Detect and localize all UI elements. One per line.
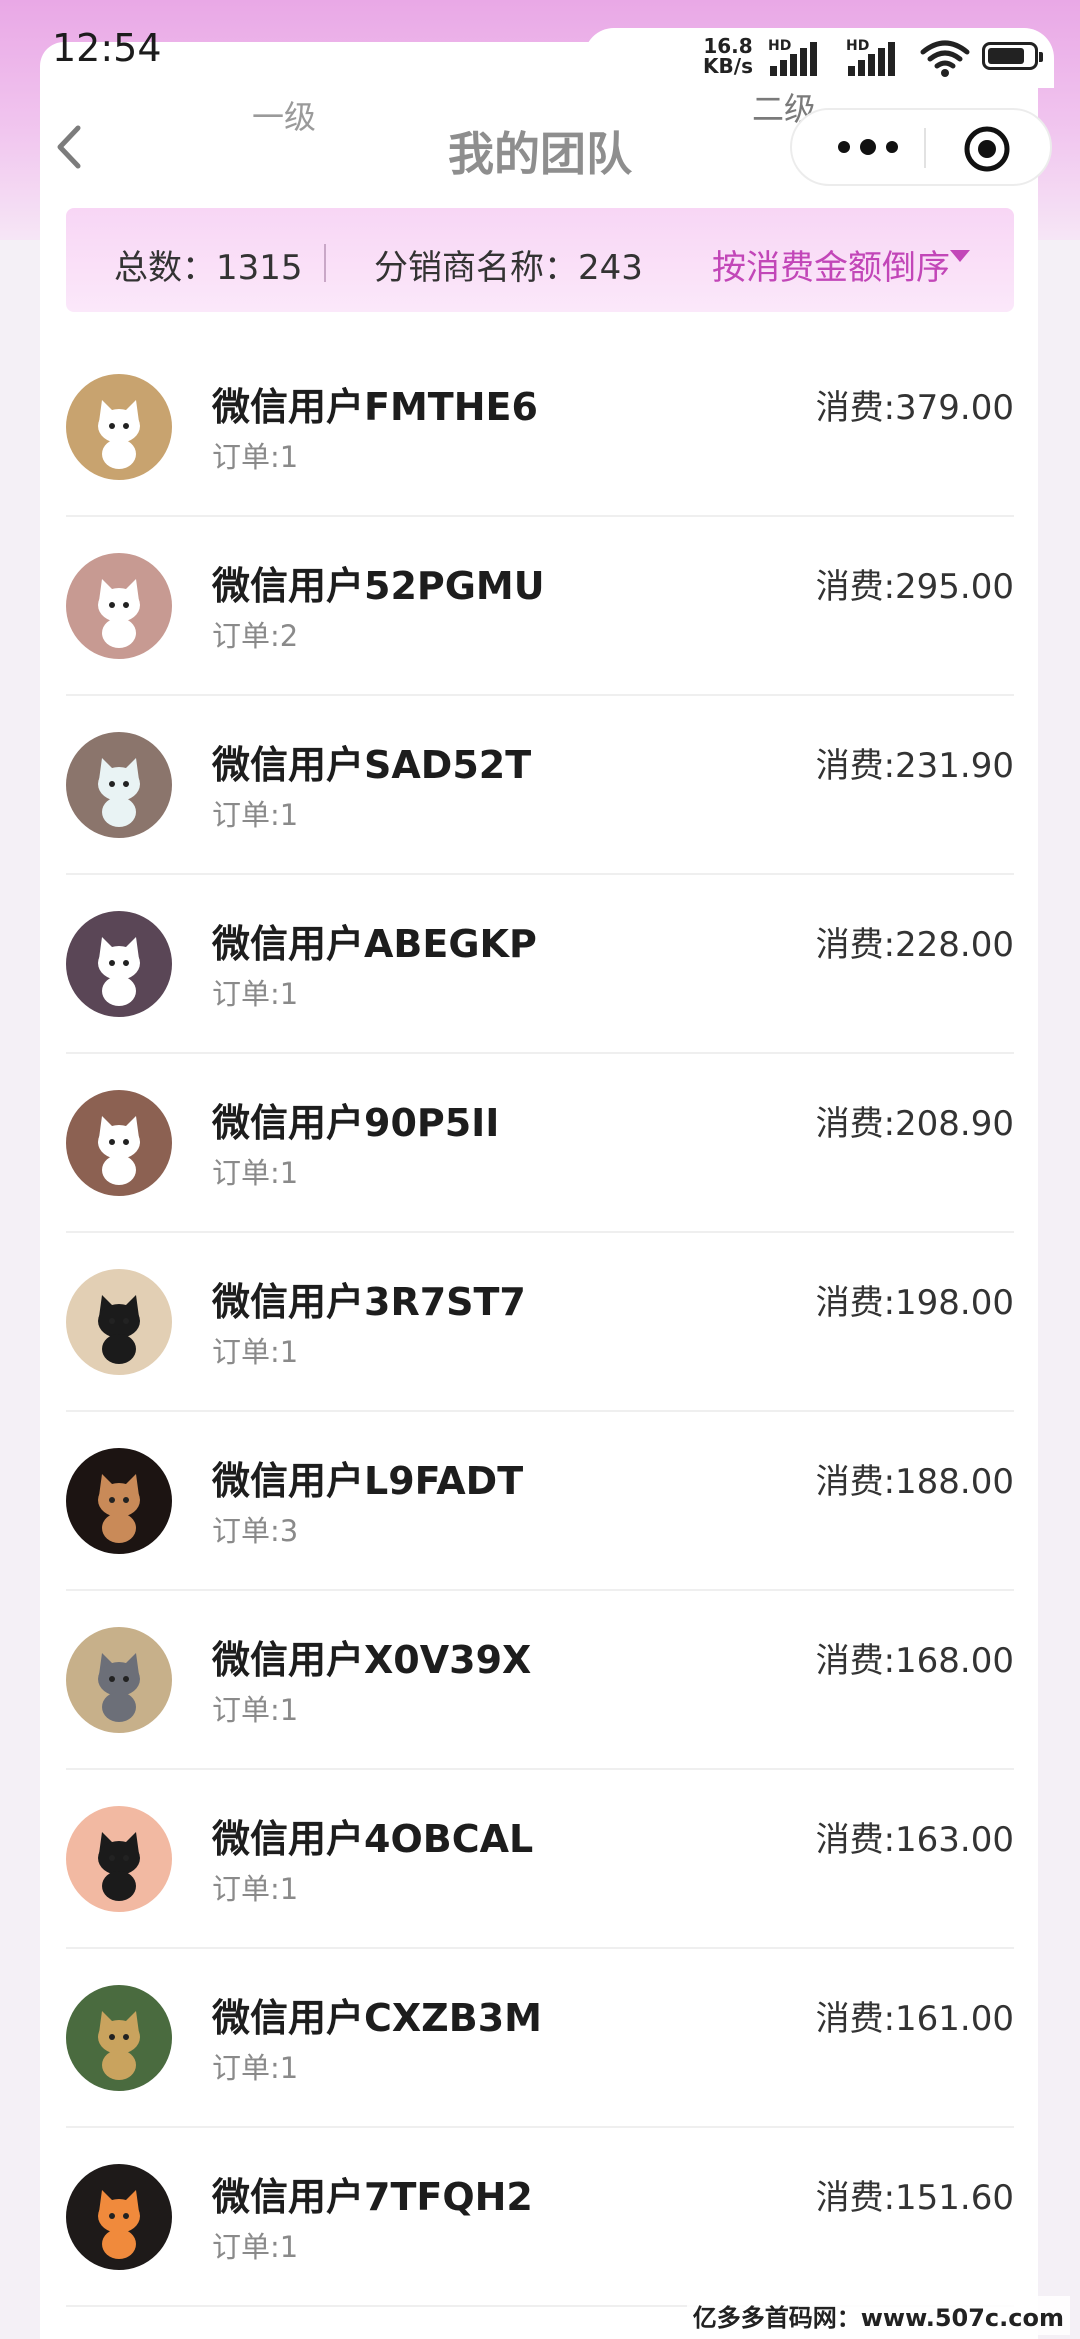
member-name: 微信用户SAD52T: [212, 743, 532, 787]
avatar: [66, 1806, 172, 1912]
member-spend: 消费:163.00: [815, 1820, 1014, 1860]
member-name: 微信用户X0V39X: [212, 1638, 532, 1682]
avatar: [66, 1269, 172, 1375]
list-item[interactable]: 微信用户FMTHE6 订单:1 消费:379.00: [66, 338, 1014, 517]
member-orders: 订单:1: [212, 1156, 299, 1190]
battery-icon: [982, 42, 1043, 70]
miniprogram-capsule: [790, 108, 1052, 186]
member-spend: 消费:198.00: [815, 1283, 1014, 1323]
capsule-divider: [924, 128, 926, 168]
member-orders: 订单:3: [212, 1514, 299, 1548]
member-spend: 消费:295.00: [815, 567, 1014, 607]
member-name: 微信用户CXZB3M: [212, 1996, 542, 2040]
avatar: [66, 1985, 172, 2091]
member-orders: 订单:1: [212, 2230, 299, 2264]
cellular-signal-icon: HD: [768, 38, 824, 82]
avatar: [66, 1627, 172, 1733]
member-orders: 订单:1: [212, 440, 299, 474]
list-item[interactable]: 微信用户3R7ST7 订单:1 消费:198.00: [66, 1233, 1014, 1412]
status-time: 12:54: [52, 26, 162, 70]
status-icons: 16.8 KB/s HD HD: [584, 28, 1054, 88]
cellular-signal-icon-2: HD: [846, 38, 902, 82]
member-orders: 订单:1: [212, 1335, 299, 1369]
status-bar: 12:54 16.8 KB/s HD HD: [0, 0, 1080, 100]
member-spend: 消费:168.00: [815, 1641, 1014, 1681]
member-list: 微信用户FMTHE6 订单:1 消费:379.00 微信用户52PGMU 订单:2 消费:…: [66, 338, 1014, 2307]
member-name: 微信用户3R7ST7: [212, 1280, 526, 1324]
member-orders: 订单:1: [212, 1872, 299, 1906]
avatar: [66, 732, 172, 838]
member-spend: 消费:379.00: [815, 388, 1014, 428]
member-orders: 订单:1: [212, 798, 299, 832]
list-item[interactable]: 微信用户X0V39X 订单:1 消费:168.00: [66, 1591, 1014, 1770]
sort-dropdown[interactable]: 按消费金额倒序: [712, 240, 950, 289]
member-name: 微信用户4OBCAL: [212, 1817, 534, 1861]
member-name: 微信用户FMTHE6: [212, 385, 538, 429]
list-item[interactable]: 微信用户CXZB3M 订单:1 消费:161.00: [66, 1949, 1014, 2128]
avatar: [66, 2164, 172, 2270]
member-orders: 订单:2: [212, 619, 299, 653]
list-item[interactable]: 微信用户7TFQH2 订单:1 消费:151.60: [66, 2128, 1014, 2307]
net-speed: 16.8 KB/s: [703, 34, 753, 78]
member-name: 微信用户L9FADT: [212, 1459, 524, 1503]
member-name: 微信用户ABEGKP: [212, 922, 537, 966]
total-count: 总数：1315: [114, 248, 303, 288]
member-orders: 订单:1: [212, 2051, 299, 2085]
avatar: [66, 1448, 172, 1554]
member-name: 微信用户52PGMU: [212, 564, 545, 608]
member-name: 微信用户90P5II: [212, 1101, 500, 1145]
avatar: [66, 911, 172, 1017]
avatar: [66, 553, 172, 659]
summary-divider: [324, 244, 326, 282]
close-miniprogram-icon[interactable]: [962, 124, 1012, 174]
list-item[interactable]: 微信用户4OBCAL 订单:1 消费:163.00: [66, 1770, 1014, 1949]
more-options-icon[interactable]: [832, 132, 904, 162]
distributor-count: 分销商名称：243: [374, 248, 643, 288]
summary-bar: 总数：1315 分销商名称：243 按消费金额倒序: [66, 208, 1014, 312]
list-item[interactable]: 微信用户52PGMU 订单:2 消费:295.00: [66, 517, 1014, 696]
member-spend: 消费:188.00: [815, 1462, 1014, 1502]
avatar: [66, 1090, 172, 1196]
member-spend: 消费:228.00: [815, 925, 1014, 965]
caret-down-icon[interactable]: [950, 250, 970, 262]
member-spend: 消费:231.90: [815, 746, 1014, 786]
member-orders: 订单:1: [212, 977, 299, 1011]
list-item[interactable]: 微信用户SAD52T 订单:1 消费:231.90: [66, 696, 1014, 875]
avatar: [66, 374, 172, 480]
member-spend: 消费:151.60: [815, 2178, 1014, 2218]
watermark: 亿多多首码网：www.507c.com: [686, 2296, 1070, 2335]
list-item[interactable]: 微信用户L9FADT 订单:3 消费:188.00: [66, 1412, 1014, 1591]
member-spend: 消费:161.00: [815, 1999, 1014, 2039]
member-orders: 订单:1: [212, 1693, 299, 1727]
wifi-icon: [920, 40, 970, 77]
member-spend: 消费:208.90: [815, 1104, 1014, 1144]
list-item[interactable]: 微信用户90P5II 订单:1 消费:208.90: [66, 1054, 1014, 1233]
member-name: 微信用户7TFQH2: [212, 2175, 533, 2219]
list-item[interactable]: 微信用户ABEGKP 订单:1 消费:228.00: [66, 875, 1014, 1054]
